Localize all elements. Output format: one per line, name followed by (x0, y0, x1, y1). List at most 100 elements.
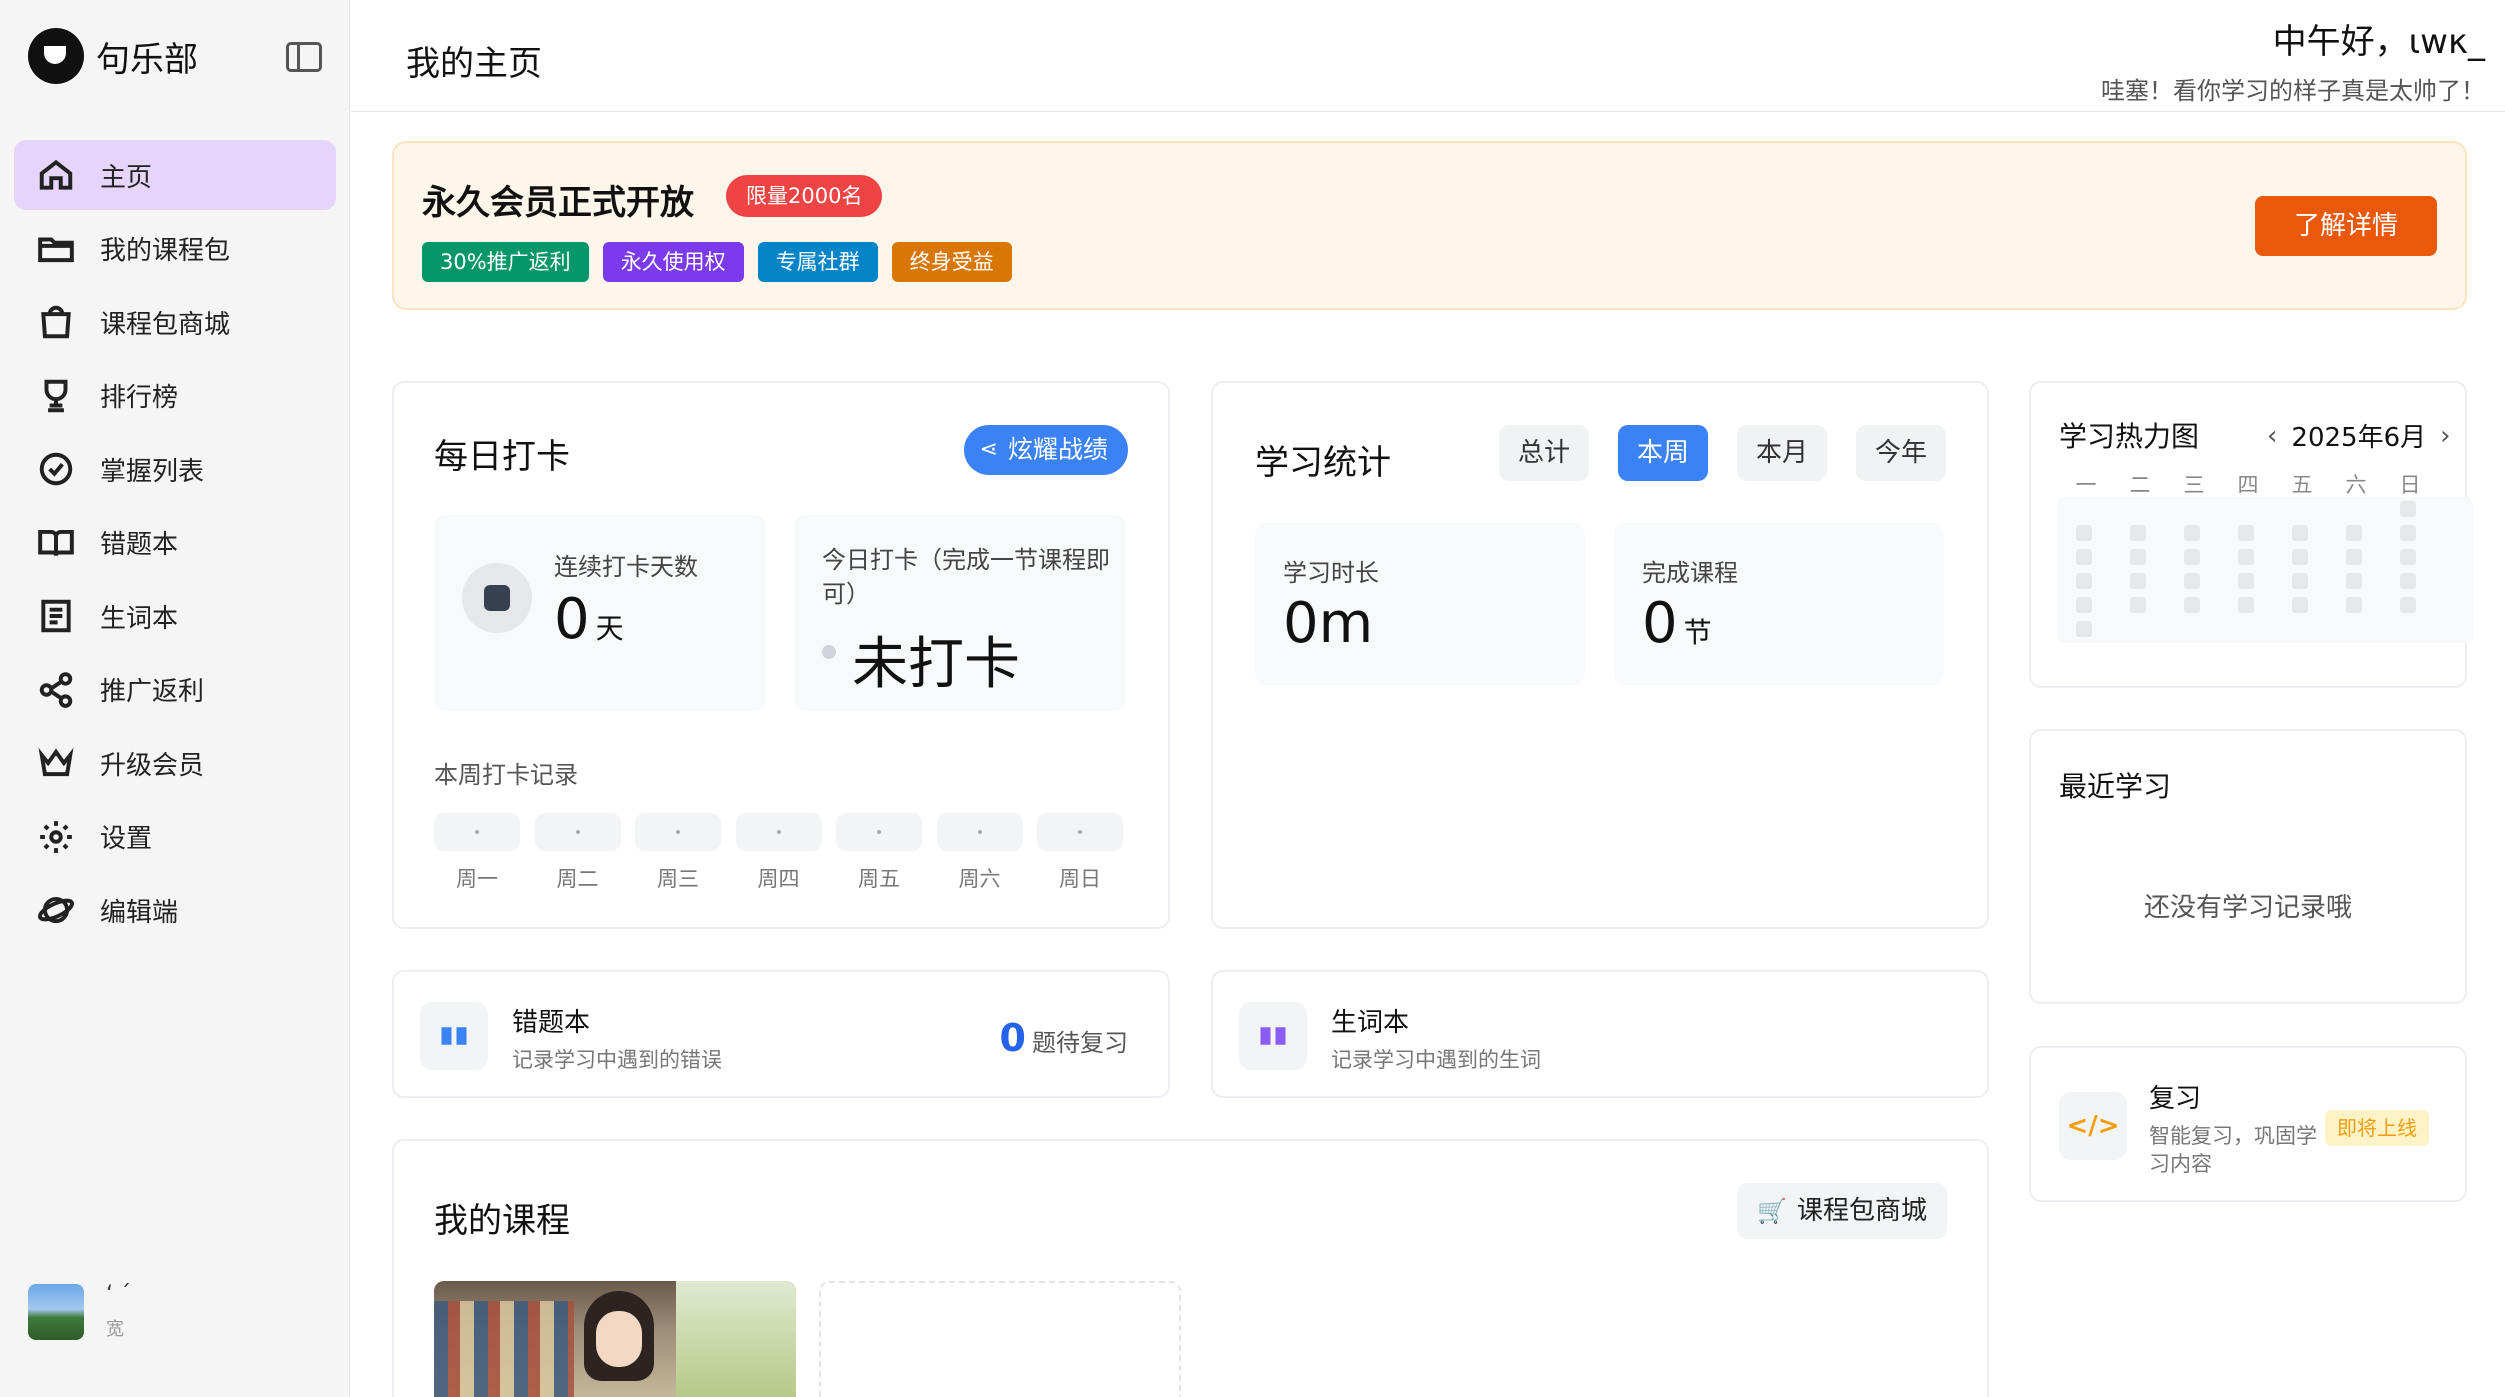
duration-label: 学习时长 (1283, 559, 1379, 587)
sidebar-item-upgrade[interactable]: 升级会员 (14, 728, 336, 798)
day-marker (1037, 813, 1123, 851)
study-stats-card: 学习统计 总计 本周 本月 今年 学习时长 0m 完成课程 0节 (1211, 381, 1989, 929)
heatmap-day-cell[interactable] (2346, 573, 2362, 589)
heatmap-day-cell[interactable] (2238, 525, 2254, 541)
heatmap-day-cell[interactable] (2130, 549, 2146, 565)
heatmap-day-cell[interactable] (2400, 597, 2416, 613)
day-label: 周四 (757, 867, 800, 891)
tag-lifetime: 终身受益 (891, 242, 1012, 282)
learn-more-button[interactable]: 了解详情 (2255, 196, 2437, 256)
completed-label: 完成课程 (1642, 559, 1738, 587)
sidebar-item-label: 编辑端 (100, 897, 179, 928)
sidebar-item-label: 生词本 (100, 603, 179, 634)
greeting: 中午好，ιwκ_ 哇塞！看你学习的样子真是太帅了！ (2101, 14, 2485, 106)
heatmap-day-cell[interactable] (2400, 525, 2416, 541)
sidebar-item-mastered[interactable]: 掌握列表 (14, 434, 336, 504)
heatmap-day-cell[interactable] (2346, 549, 2362, 565)
heatmap-grid (2057, 497, 2473, 643)
sidebar-item-leaderboard[interactable]: 排行榜 (14, 361, 336, 431)
heatmap-day-cell[interactable] (2292, 597, 2308, 613)
tag-community: 专属社群 (757, 242, 878, 282)
heatmap-day-cell[interactable] (2076, 549, 2092, 565)
sidebar-item-home[interactable]: 主页 (14, 140, 336, 210)
chevron-left-icon[interactable]: ‹ (2267, 421, 2277, 451)
sidebar-item-label: 推广返利 (100, 677, 205, 707)
heatmap-day-cell[interactable] (2184, 597, 2200, 613)
sidebar-item-label: 掌握列表 (100, 456, 205, 487)
weekday-label: 三 (2183, 473, 2205, 497)
weekday-label: 一 (2075, 473, 2097, 497)
heatmap-day-cell[interactable] (2184, 573, 2200, 589)
mistakes-card[interactable]: 错题本 记录学习中遇到的错误 0 题待复习 (392, 970, 1170, 1098)
course-shop-button[interactable]: 🛒 课程包商城 (1737, 1183, 1947, 1239)
heatmap-day-cell[interactable] (2076, 597, 2092, 613)
app-logo[interactable]: 句乐部 (28, 28, 198, 84)
sidebar-item-shop[interactable]: 课程包商城 (14, 287, 336, 357)
stats-title: 学习统计 (1255, 443, 1391, 483)
week-day: 周六 (936, 813, 1023, 893)
tab-month[interactable]: 本月 (1737, 425, 1827, 481)
heatmap-day-cell[interactable] (2184, 525, 2200, 541)
heatmap-day-cell[interactable] (2184, 549, 2200, 565)
week-day: 周四 (735, 813, 822, 893)
heatmap-day-cell[interactable] (2346, 597, 2362, 613)
course-thumbnail[interactable] (434, 1281, 796, 1397)
sidebar-item-vocab[interactable]: 生词本 (14, 581, 336, 651)
day-marker (434, 813, 520, 851)
user-profile[interactable]: ‘ ˊ 宽 (28, 1282, 131, 1341)
share-label: 炫耀战绩 (1007, 435, 1108, 464)
checkin-card: 每日打卡 ⋖ 炫耀战绩 连续打卡天数 0天 今日打卡（完成一节课程即可） 未打卡… (392, 381, 1170, 929)
heatmap-day-cell[interactable] (2076, 573, 2092, 589)
sidebar-item-settings[interactable]: 设置 (14, 802, 336, 872)
sidebar-item-label: 错题本 (100, 530, 179, 560)
vocab-card[interactable]: 生词本 记录学习中遇到的生词 (1211, 970, 1989, 1098)
sidebar-item-label: 设置 (100, 824, 153, 854)
tab-week[interactable]: 本周 (1618, 425, 1708, 481)
heatmap-day-cell[interactable] (2238, 549, 2254, 565)
heatmap-day-cell[interactable] (2346, 525, 2362, 541)
sidebar-item-referral[interactable]: 推广返利 (14, 655, 336, 725)
my-courses-card: 我的课程 🛒 课程包商城 (392, 1139, 1989, 1397)
heatmap-day-cell[interactable] (2076, 525, 2092, 541)
heatmap-day-cell[interactable] (2400, 549, 2416, 565)
tab-year[interactable]: 今年 (1856, 425, 1946, 481)
sidebar-toggle-icon[interactable] (286, 42, 322, 72)
weekday-label: 二 (2129, 473, 2151, 497)
tab-total[interactable]: 总计 (1499, 425, 1589, 481)
week-record: 周一 周二 周三 周四 周五 周六 周日 (434, 813, 1138, 893)
review-card[interactable]: </> 复习 智能复习，巩固学 习内容 即将上线 (2029, 1046, 2467, 1202)
avatar[interactable] (28, 1283, 84, 1340)
heatmap-day-cell[interactable] (2238, 597, 2254, 613)
sidebar-item-editor[interactable]: 编辑端 (14, 875, 336, 945)
share-achievement-button[interactable]: ⋖ 炫耀战绩 (963, 425, 1128, 475)
sidebar-item-mistakes[interactable]: 错题本 (14, 508, 336, 578)
heatmap-day-cell[interactable] (2130, 597, 2146, 613)
banner-tags: 30%推广返利 永久使用权 专属社群 终身受益 (422, 242, 1026, 282)
review-desc-1: 智能复习，巩固学 (2149, 1124, 2317, 1148)
heatmap-day-cell[interactable] (2400, 573, 2416, 589)
app-name: 句乐部 (96, 39, 198, 80)
day-label: 周二 (556, 867, 599, 891)
heatmap-day-cell[interactable] (2292, 573, 2308, 589)
notebook-icon (36, 596, 76, 636)
heatmap-day-cell[interactable] (2130, 525, 2146, 541)
sidebar-item-label: 我的课程包 (100, 236, 231, 266)
sidebar-item-my-courses[interactable]: 我的课程包 (14, 214, 336, 284)
heatmap-day-cell[interactable] (2076, 621, 2092, 637)
shopping-bag-icon (36, 302, 76, 342)
home-icon (36, 155, 76, 195)
heatmap-day-cell[interactable] (2292, 549, 2308, 565)
chevron-right-icon[interactable]: › (2440, 421, 2450, 451)
add-course-placeholder[interactable] (819, 1281, 1181, 1397)
gear-icon (36, 817, 76, 857)
vocab-desc: 记录学习中遇到的生词 (1331, 1048, 1541, 1072)
heatmap-day-cell[interactable] (2238, 573, 2254, 589)
completed-value: 0节 (1642, 591, 1712, 656)
duration-value: 0m (1283, 591, 1374, 656)
heatmap-day-cell[interactable] (2130, 573, 2146, 589)
check-circle-icon (36, 449, 76, 489)
heatmap-day-cell[interactable] (2292, 525, 2308, 541)
heatmap-card: 学习热力图 ‹ 2025年6月 › 一 二 三 四 五 六 日 (2029, 381, 2473, 688)
heatmap-day-cell[interactable] (2400, 501, 2416, 517)
weekday-label: 日 (2399, 473, 2421, 497)
